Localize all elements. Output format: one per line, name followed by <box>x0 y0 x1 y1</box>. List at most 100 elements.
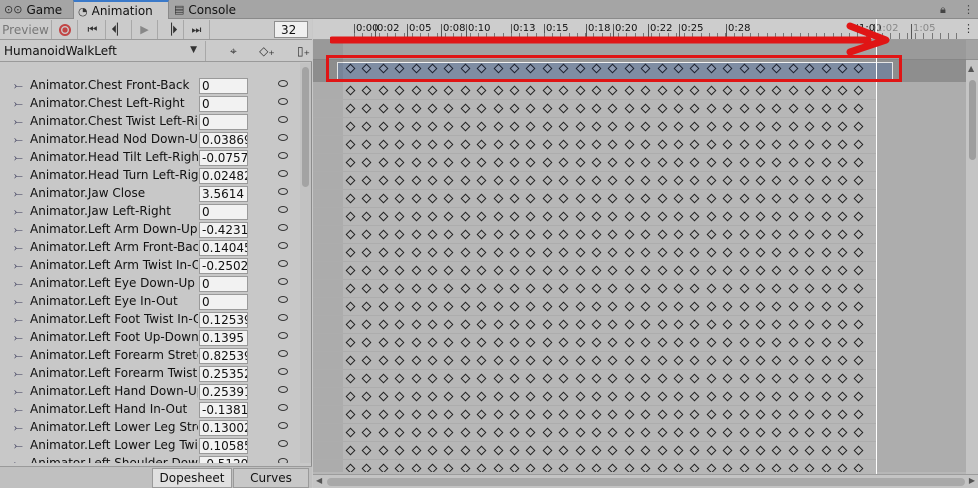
keyframe-diamond[interactable] <box>771 85 782 96</box>
keyframe-diamond[interactable] <box>591 337 602 348</box>
keyframe-diamond[interactable] <box>624 409 635 420</box>
keyframe-diamond[interactable] <box>394 157 405 168</box>
keyframe-diamond[interactable] <box>460 211 471 222</box>
keyframe-diamond[interactable] <box>640 211 651 222</box>
tab-console[interactable]: ▤ Console <box>170 0 260 19</box>
keyframe-diamond[interactable] <box>821 409 832 420</box>
keyframe-diamond[interactable] <box>853 283 864 294</box>
keyframe-diamond[interactable] <box>607 247 618 258</box>
keyframe-diamond[interactable] <box>706 103 717 114</box>
keyframe-diamond[interactable] <box>345 175 356 186</box>
keyframe-diamond[interactable] <box>788 337 799 348</box>
keyframe-diamond[interactable] <box>788 193 799 204</box>
property-value-field[interactable]: 0 <box>199 78 248 94</box>
keyframe-diamond[interactable] <box>853 193 864 204</box>
crosshair-icon[interactable]: ⌖ <box>230 44 237 59</box>
keyframe-diamond[interactable] <box>624 229 635 240</box>
keyframe-diamond[interactable] <box>361 247 372 258</box>
scrollbar-thumb[interactable] <box>327 478 965 486</box>
keyframe-diamond[interactable] <box>591 355 602 366</box>
keyframe-diamond[interactable] <box>739 463 750 472</box>
keyframe-diamond[interactable] <box>493 463 504 472</box>
keyframe-diamond[interactable] <box>640 157 651 168</box>
keyframe-diamond[interactable] <box>378 463 389 472</box>
keyframe-diamond[interactable] <box>542 121 553 132</box>
keyframe-diamond[interactable] <box>657 373 668 384</box>
keyframe-diamond[interactable] <box>525 157 536 168</box>
keyframe-diamond[interactable] <box>427 85 438 96</box>
keyframe-diamond[interactable] <box>460 355 471 366</box>
keyframe-diamond[interactable] <box>509 103 520 114</box>
keyframe-diamond[interactable] <box>460 409 471 420</box>
keyframe-diamond[interactable] <box>345 337 356 348</box>
keyframe-diamond[interactable] <box>657 463 668 472</box>
keyframe-diamond[interactable] <box>640 409 651 420</box>
keyframe-diamond[interactable] <box>575 409 586 420</box>
keyframe-diamond[interactable] <box>788 391 799 402</box>
arrow-right-icon[interactable]: ▶ <box>969 476 975 485</box>
keyframe-diamond[interactable] <box>525 85 536 96</box>
keyframe-diamond[interactable] <box>361 229 372 240</box>
visibility-eye-icon[interactable] <box>278 242 288 249</box>
keyframe-diamond[interactable] <box>476 175 487 186</box>
keyframe-diamond[interactable] <box>837 121 848 132</box>
keyframe-diamond[interactable] <box>657 355 668 366</box>
keyframe-diamond[interactable] <box>706 355 717 366</box>
keyframe-diamond[interactable] <box>542 409 553 420</box>
keyframe-diamond[interactable] <box>361 265 372 276</box>
keyframe-diamond[interactable] <box>771 391 782 402</box>
keyframe-diamond[interactable] <box>706 175 717 186</box>
keyframe-diamond[interactable] <box>591 283 602 294</box>
property-row[interactable]: ⤚ Animator.Head Nod Down-Up 0.03869 <box>0 131 300 149</box>
keyframe-diamond[interactable] <box>411 391 422 402</box>
keyframe-diamond[interactable] <box>394 139 405 150</box>
keyframe-diamond[interactable] <box>706 445 717 456</box>
keyframe-diamond[interactable] <box>542 157 553 168</box>
keyframe-diamond[interactable] <box>689 445 700 456</box>
keyframe-diamond[interactable] <box>525 247 536 258</box>
keyframe-diamond[interactable] <box>345 355 356 366</box>
keyframe-diamond[interactable] <box>525 229 536 240</box>
arrow-up-icon[interactable]: ▲ <box>968 64 974 73</box>
kebab-menu-icon[interactable]: ⋮ <box>963 3 974 16</box>
keyframe-diamond[interactable] <box>460 247 471 258</box>
keyframe-diamond[interactable] <box>345 157 356 168</box>
keyframe-diamond[interactable] <box>427 139 438 150</box>
keyframe-diamond[interactable] <box>624 319 635 330</box>
keyframe-diamond[interactable] <box>460 175 471 186</box>
keyframe-diamond[interactable] <box>460 463 471 472</box>
keyframe-diamond[interactable] <box>821 391 832 402</box>
property-value-field[interactable]: 0 <box>199 96 248 112</box>
keyframe-diamond[interactable] <box>558 283 569 294</box>
keyframe-diamond[interactable] <box>394 355 405 366</box>
keyframe-diamond[interactable] <box>739 103 750 114</box>
visibility-eye-icon[interactable] <box>278 206 288 213</box>
keyframe-diamond[interactable] <box>624 463 635 472</box>
keyframe-diamond[interactable] <box>755 463 766 472</box>
keyframe-diamond[interactable] <box>509 409 520 420</box>
keyframe-diamond[interactable] <box>689 427 700 438</box>
preview-button[interactable]: Preview <box>0 20 52 39</box>
property-value-field[interactable]: -0.5120 <box>199 456 248 463</box>
keyframe-diamond[interactable] <box>788 121 799 132</box>
keyframe-diamond[interactable] <box>657 265 668 276</box>
keyframe-diamond[interactable] <box>657 121 668 132</box>
keyframe-diamond[interactable] <box>804 103 815 114</box>
frame-input[interactable] <box>274 21 308 38</box>
keyframe-diamond[interactable] <box>624 121 635 132</box>
property-row[interactable]: ⤚ Animator.Left Arm Down-Up -0.4231 <box>0 221 300 239</box>
keyframe-diamond[interactable] <box>689 283 700 294</box>
keyframe-diamond[interactable] <box>673 463 684 472</box>
keyframe-diamond[interactable] <box>706 427 717 438</box>
keyframe-diamond[interactable] <box>509 139 520 150</box>
keyframe-diamond[interactable] <box>739 175 750 186</box>
keyframe-diamond[interactable] <box>739 319 750 330</box>
property-row[interactable]: ⤚ Animator.Head Turn Left-Right 0.02482 <box>0 167 300 185</box>
keyframe-diamond[interactable] <box>493 265 504 276</box>
keyframe-diamond[interactable] <box>657 85 668 96</box>
keyframe-diamond[interactable] <box>853 247 864 258</box>
keyframe-diamond[interactable] <box>476 157 487 168</box>
keyframe-diamond[interactable] <box>525 211 536 222</box>
keyframe-diamond[interactable] <box>443 463 454 472</box>
keyframe-diamond[interactable] <box>558 121 569 132</box>
